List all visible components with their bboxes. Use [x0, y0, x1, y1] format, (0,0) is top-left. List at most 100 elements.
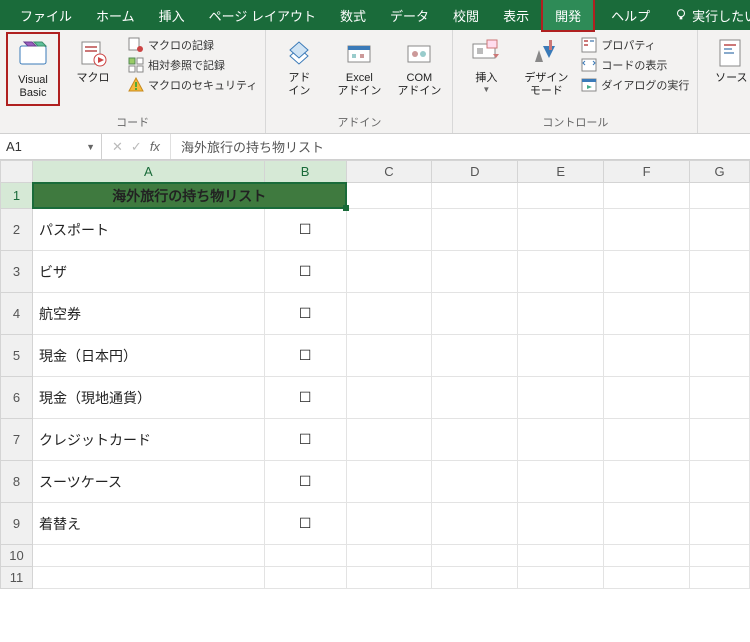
cell-F1[interactable]	[604, 183, 690, 209]
cell-D9[interactable]	[432, 503, 518, 545]
cell-F11[interactable]	[604, 567, 690, 589]
view-code-button[interactable]: コードの表示	[579, 56, 691, 74]
row-header-2[interactable]: 2	[1, 209, 33, 251]
cell-F5[interactable]	[604, 335, 690, 377]
cell-F8[interactable]	[604, 461, 690, 503]
cell-A2[interactable]: パスポート	[32, 209, 264, 251]
cell-B11[interactable]	[264, 567, 346, 589]
cell-E6[interactable]	[518, 377, 604, 419]
com-addins-button[interactable]: COM アドイン	[392, 34, 446, 100]
tab-home[interactable]: ホーム	[84, 0, 147, 30]
tab-developer[interactable]: 開発	[541, 0, 595, 32]
tab-file[interactable]: ファイル	[8, 0, 84, 30]
col-header-A[interactable]: A	[32, 161, 264, 183]
cell-C1[interactable]	[346, 183, 432, 209]
visual-basic-button[interactable]: Visual Basic	[6, 32, 60, 106]
cell-A8[interactable]: スーツケース	[32, 461, 264, 503]
cell-A4[interactable]: 航空券	[32, 293, 264, 335]
cell-B8[interactable]: ☐	[264, 461, 346, 503]
cell-E1[interactable]	[518, 183, 604, 209]
cell-D2[interactable]	[432, 209, 518, 251]
cell-A11[interactable]	[32, 567, 264, 589]
cell-F9[interactable]	[604, 503, 690, 545]
fx-icon[interactable]: fx	[150, 139, 160, 154]
cell-A1[interactable]: 海外旅行の持ち物リスト	[32, 183, 346, 209]
cell-C7[interactable]	[346, 419, 432, 461]
source-button[interactable]: ソース	[704, 34, 750, 87]
cell-F4[interactable]	[604, 293, 690, 335]
cell-G7[interactable]	[690, 419, 750, 461]
cell-D8[interactable]	[432, 461, 518, 503]
cell-A9[interactable]: 着替え	[32, 503, 264, 545]
insert-control-button[interactable]: 挿入 ▼	[459, 34, 513, 97]
cell-A3[interactable]: ビザ	[32, 251, 264, 293]
cell-D10[interactable]	[432, 545, 518, 567]
cell-D11[interactable]	[432, 567, 518, 589]
cell-C4[interactable]	[346, 293, 432, 335]
cell-E2[interactable]	[518, 209, 604, 251]
cell-C10[interactable]	[346, 545, 432, 567]
cell-D6[interactable]	[432, 377, 518, 419]
cell-F7[interactable]	[604, 419, 690, 461]
tab-formulas[interactable]: 数式	[328, 0, 378, 30]
select-all-corner[interactable]	[1, 161, 33, 183]
cell-G8[interactable]	[690, 461, 750, 503]
cell-B9[interactable]: ☐	[264, 503, 346, 545]
cell-D3[interactable]	[432, 251, 518, 293]
cell-E10[interactable]	[518, 545, 604, 567]
run-dialog-button[interactable]: ダイアログの実行	[579, 76, 691, 94]
cell-F3[interactable]	[604, 251, 690, 293]
cell-C3[interactable]	[346, 251, 432, 293]
cell-E7[interactable]	[518, 419, 604, 461]
cell-E5[interactable]	[518, 335, 604, 377]
cell-F6[interactable]	[604, 377, 690, 419]
macros-button[interactable]: マクロ	[66, 34, 120, 87]
cell-B10[interactable]	[264, 545, 346, 567]
cell-D5[interactable]	[432, 335, 518, 377]
row-header-7[interactable]: 7	[1, 419, 33, 461]
cell-D1[interactable]	[432, 183, 518, 209]
row-header-4[interactable]: 4	[1, 293, 33, 335]
row-header-1[interactable]: 1	[1, 183, 33, 209]
col-header-E[interactable]: E	[518, 161, 604, 183]
cell-A5[interactable]: 現金（日本円）	[32, 335, 264, 377]
cell-C6[interactable]	[346, 377, 432, 419]
cancel-icon[interactable]: ✕	[112, 139, 123, 155]
row-header-10[interactable]: 10	[1, 545, 33, 567]
cell-C11[interactable]	[346, 567, 432, 589]
col-header-G[interactable]: G	[690, 161, 750, 183]
cell-G4[interactable]	[690, 293, 750, 335]
name-box[interactable]: A1 ▼	[0, 134, 102, 159]
macro-security-button[interactable]: マクロのセキュリティ	[126, 76, 259, 94]
tab-help[interactable]: ヘルプ	[599, 0, 662, 30]
row-header-9[interactable]: 9	[1, 503, 33, 545]
cell-E9[interactable]	[518, 503, 604, 545]
name-box-dropdown-icon[interactable]: ▼	[86, 142, 95, 152]
cell-G10[interactable]	[690, 545, 750, 567]
design-mode-button[interactable]: デザイン モード	[519, 34, 573, 100]
col-header-B[interactable]: B	[264, 161, 346, 183]
cell-G11[interactable]	[690, 567, 750, 589]
cell-A6[interactable]: 現金（現地通貨）	[32, 377, 264, 419]
cell-F10[interactable]	[604, 545, 690, 567]
cell-B4[interactable]: ☐	[264, 293, 346, 335]
relative-ref-button[interactable]: 相対参照で記録	[126, 56, 259, 74]
cell-G9[interactable]	[690, 503, 750, 545]
cell-B7[interactable]: ☐	[264, 419, 346, 461]
tab-view[interactable]: 表示	[491, 0, 541, 30]
cell-G5[interactable]	[690, 335, 750, 377]
cell-C9[interactable]	[346, 503, 432, 545]
cell-G1[interactable]	[690, 183, 750, 209]
enter-icon[interactable]: ✓	[131, 139, 142, 155]
col-header-D[interactable]: D	[432, 161, 518, 183]
row-header-6[interactable]: 6	[1, 377, 33, 419]
row-header-8[interactable]: 8	[1, 461, 33, 503]
cell-E4[interactable]	[518, 293, 604, 335]
properties-button[interactable]: プロパティ	[579, 36, 691, 54]
col-header-F[interactable]: F	[604, 161, 690, 183]
cell-C2[interactable]	[346, 209, 432, 251]
cell-A10[interactable]	[32, 545, 264, 567]
cell-E11[interactable]	[518, 567, 604, 589]
cell-E3[interactable]	[518, 251, 604, 293]
row-header-5[interactable]: 5	[1, 335, 33, 377]
